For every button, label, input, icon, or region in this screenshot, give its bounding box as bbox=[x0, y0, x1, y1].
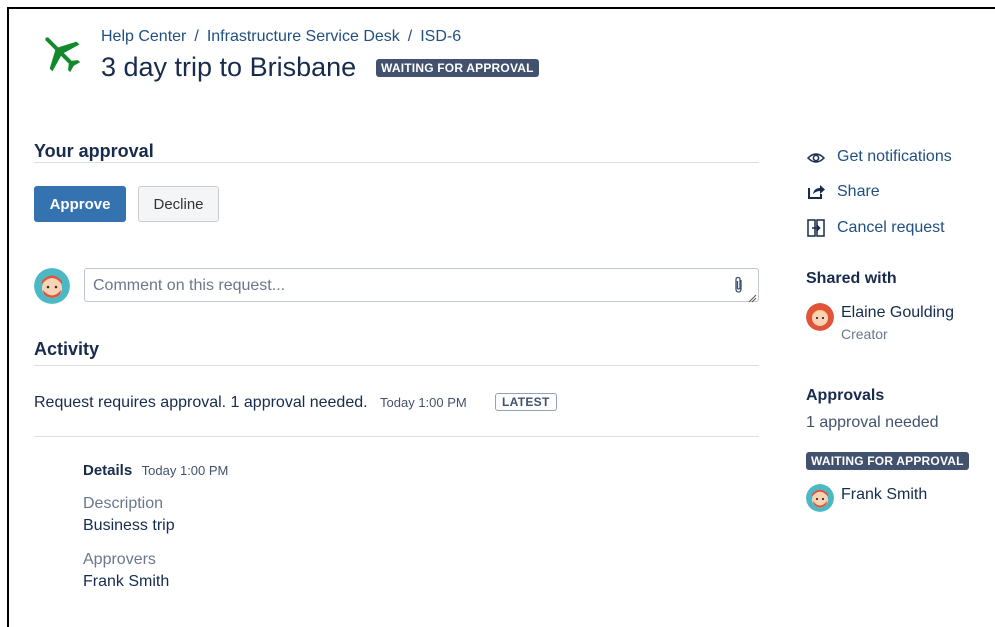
activity-entry: Request requires approval. 1 approval ne… bbox=[34, 394, 467, 412]
approval-status-badge: WAITING FOR APPROVAL bbox=[806, 452, 969, 470]
get-notifications-link[interactable]: Get notifications bbox=[837, 148, 952, 166]
approver-avatar bbox=[806, 484, 834, 512]
cancel-request-icon bbox=[806, 218, 826, 238]
user-avatar bbox=[34, 268, 70, 304]
airplane-icon bbox=[38, 30, 84, 76]
divider bbox=[34, 365, 759, 366]
divider bbox=[34, 436, 759, 437]
approvals-needed: 1 approval needed bbox=[806, 414, 939, 431]
breadcrumb-separator: / bbox=[407, 28, 413, 45]
paperclip-icon[interactable] bbox=[733, 276, 745, 299]
eye-icon bbox=[806, 148, 826, 168]
approvers-value: Frank Smith bbox=[83, 573, 170, 590]
approve-button[interactable]: Approve bbox=[34, 186, 126, 222]
comment-field[interactable] bbox=[84, 268, 759, 303]
approvers-label: Approvers bbox=[83, 551, 156, 568]
details-time: Today 1:00 PM bbox=[141, 463, 229, 478]
activity-entry-time: Today 1:00 PM bbox=[380, 395, 467, 410]
details-label: Details bbox=[83, 462, 133, 479]
approver-name: Frank Smith bbox=[841, 486, 928, 503]
status-badge: WAITING FOR APPROVAL bbox=[376, 59, 539, 77]
shared-with-heading: Shared with bbox=[806, 270, 897, 287]
creator-avatar bbox=[806, 303, 834, 331]
approval-heading: Your approval bbox=[34, 141, 154, 161]
breadcrumb-separator: / bbox=[194, 28, 199, 45]
resize-handle-icon[interactable] bbox=[747, 290, 757, 308]
creator-role: Creator bbox=[841, 326, 888, 342]
description-label: Description bbox=[83, 495, 164, 512]
activity-entry-text: Request requires approval. 1 approval ne… bbox=[34, 394, 368, 411]
breadcrumb: Help Center / Infrastructure Service Desk /… bbox=[101, 28, 461, 46]
creator-name: Elaine Goulding bbox=[841, 304, 954, 321]
activity-heading: Activity bbox=[34, 339, 100, 359]
decline-button[interactable]: Decline bbox=[138, 186, 219, 222]
breadcrumb-help-center[interactable]: Help Center bbox=[101, 28, 186, 45]
breadcrumb-issue-key[interactable]: ISD-6 bbox=[420, 28, 461, 45]
breadcrumb-service-desk[interactable]: Infrastructure Service Desk bbox=[207, 28, 400, 45]
page-title: 3 day trip to Brisbane bbox=[101, 52, 357, 82]
description-value: Business trip bbox=[83, 517, 175, 534]
latest-badge: LATEST bbox=[495, 393, 557, 411]
cancel-request-link[interactable]: Cancel request bbox=[837, 219, 945, 237]
divider bbox=[34, 162, 759, 163]
approvals-heading: Approvals bbox=[806, 387, 885, 404]
share-icon bbox=[806, 182, 826, 202]
share-link[interactable]: Share bbox=[837, 183, 880, 201]
details-header: Details Today 1:00 PM bbox=[83, 462, 228, 480]
comment-input[interactable] bbox=[91, 275, 715, 297]
